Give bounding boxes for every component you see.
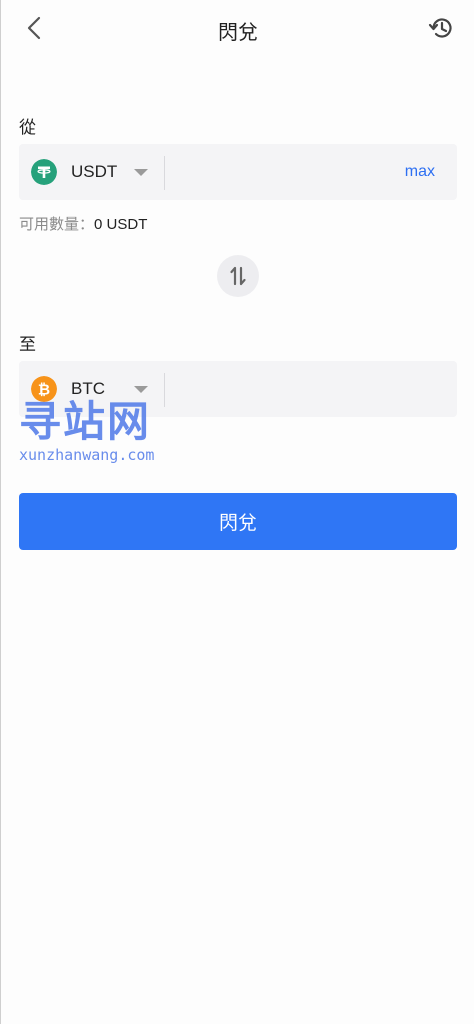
available-value: 0 USDT bbox=[94, 216, 148, 233]
from-coin-name[interactable]: USDT bbox=[71, 162, 117, 182]
from-coin-dropdown-icon[interactable] bbox=[134, 169, 148, 176]
to-coin-name[interactable]: BTC bbox=[71, 379, 105, 399]
divider bbox=[164, 373, 165, 407]
available-balance: 可用數量：0 USDT bbox=[19, 213, 147, 234]
page-title: 閃兌 bbox=[218, 22, 258, 44]
divider bbox=[164, 156, 165, 190]
to-coin-dropdown-icon[interactable] bbox=[134, 386, 148, 393]
watermark-url: xunzhanwang.com bbox=[19, 446, 155, 464]
from-row: USDT max bbox=[19, 144, 457, 200]
tether-icon bbox=[31, 159, 57, 185]
to-amount-input[interactable] bbox=[175, 371, 389, 409]
watermark: 寻站网 xunzhanwang.com bbox=[19, 397, 155, 465]
history-button[interactable] bbox=[427, 14, 455, 42]
history-icon bbox=[428, 18, 452, 38]
watermark-title: 寻站网 bbox=[19, 397, 152, 446]
swap-submit-button[interactable]: 閃兌 bbox=[19, 493, 457, 550]
header-bar: 閃兌 bbox=[1, 0, 474, 58]
svg-text:₿: ₿ bbox=[38, 381, 50, 399]
swap-vertical-icon bbox=[230, 266, 246, 286]
max-button[interactable]: max bbox=[405, 163, 435, 181]
from-label: 從 bbox=[19, 118, 36, 137]
from-amount-input[interactable] bbox=[175, 154, 389, 192]
available-label: 可用數量： bbox=[19, 216, 95, 233]
to-label: 至 bbox=[19, 335, 36, 354]
swap-direction-button[interactable] bbox=[217, 255, 259, 297]
